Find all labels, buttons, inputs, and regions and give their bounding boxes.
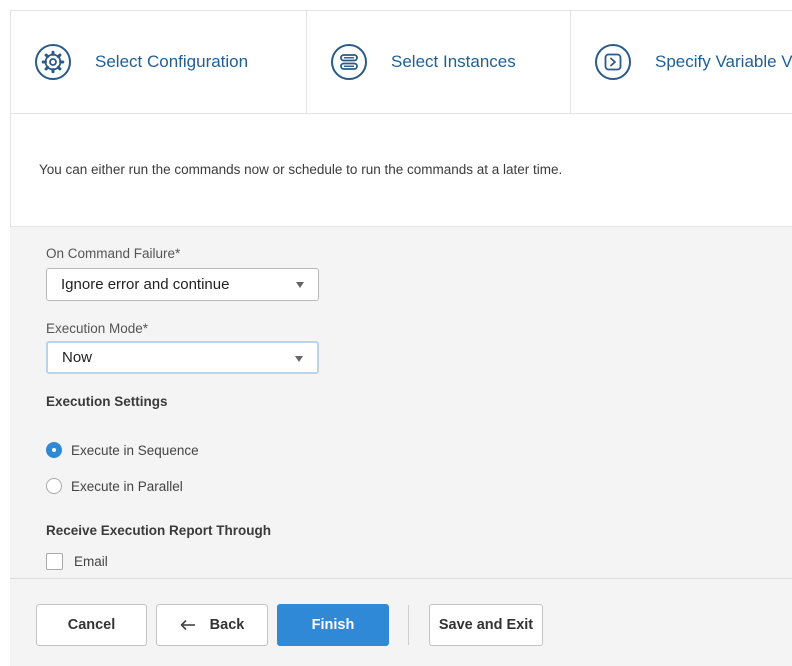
chevron-right-icon [595,44,631,80]
step-label: Select Configuration [95,52,249,71]
button-separator [408,605,409,645]
on-failure-value: Ignore error and continue [61,276,230,293]
step-label: Select Instances [391,52,516,71]
finish-button[interactable]: Finish [277,604,389,646]
server-icon [331,44,367,80]
radio-unselected-icon[interactable] [46,478,62,494]
on-failure-select[interactable]: Ignore error and continue [46,268,319,301]
report-title: Receive Execution Report Through [46,523,272,538]
email-checkbox-row[interactable]: Email [46,553,108,570]
radio-execute-sequence[interactable]: Execute in Sequence [46,442,199,458]
back-label: Back [209,617,245,633]
on-failure-label: On Command Failure* [46,246,181,261]
radio-execute-parallel[interactable]: Execute in Parallel [46,478,183,494]
wizard-frame: Select Configuration Select Instances Sp… [10,10,792,666]
step-select-instances[interactable]: Select Instances [307,11,571,113]
radio-label: Execute in Parallel [71,478,183,494]
intro-text: You can either run the commands now or s… [39,162,563,177]
footer-actions: Cancel Back Finish Save and Exit [10,578,792,666]
save-and-exit-button[interactable]: Save and Exit [429,604,543,646]
intro-panel: You can either run the commands now or s… [10,114,792,226]
radio-label: Execute in Sequence [71,442,199,458]
execution-form: On Command Failure* Ignore error and con… [10,226,792,578]
step-specify-variable-values[interactable]: Specify Variable V [571,11,792,113]
execution-settings-title: Execution Settings [46,394,168,409]
email-checkbox[interactable] [46,553,63,570]
cancel-button[interactable]: Cancel [36,604,147,646]
step-label: Specify Variable V [655,52,792,71]
gear-icon [35,44,71,80]
caret-down-icon [296,282,304,288]
email-label: Email [74,554,108,569]
execution-mode-select[interactable]: Now [46,341,319,374]
step-select-configuration[interactable]: Select Configuration [11,11,307,113]
wizard-steps: Select Configuration Select Instances Sp… [10,10,792,114]
arrow-left-icon [180,619,196,631]
execution-mode-value: Now [62,349,93,366]
caret-down-icon [295,356,303,362]
back-button[interactable]: Back [156,604,268,646]
execution-mode-label: Execution Mode* [46,321,149,336]
radio-selected-icon[interactable] [46,442,62,458]
